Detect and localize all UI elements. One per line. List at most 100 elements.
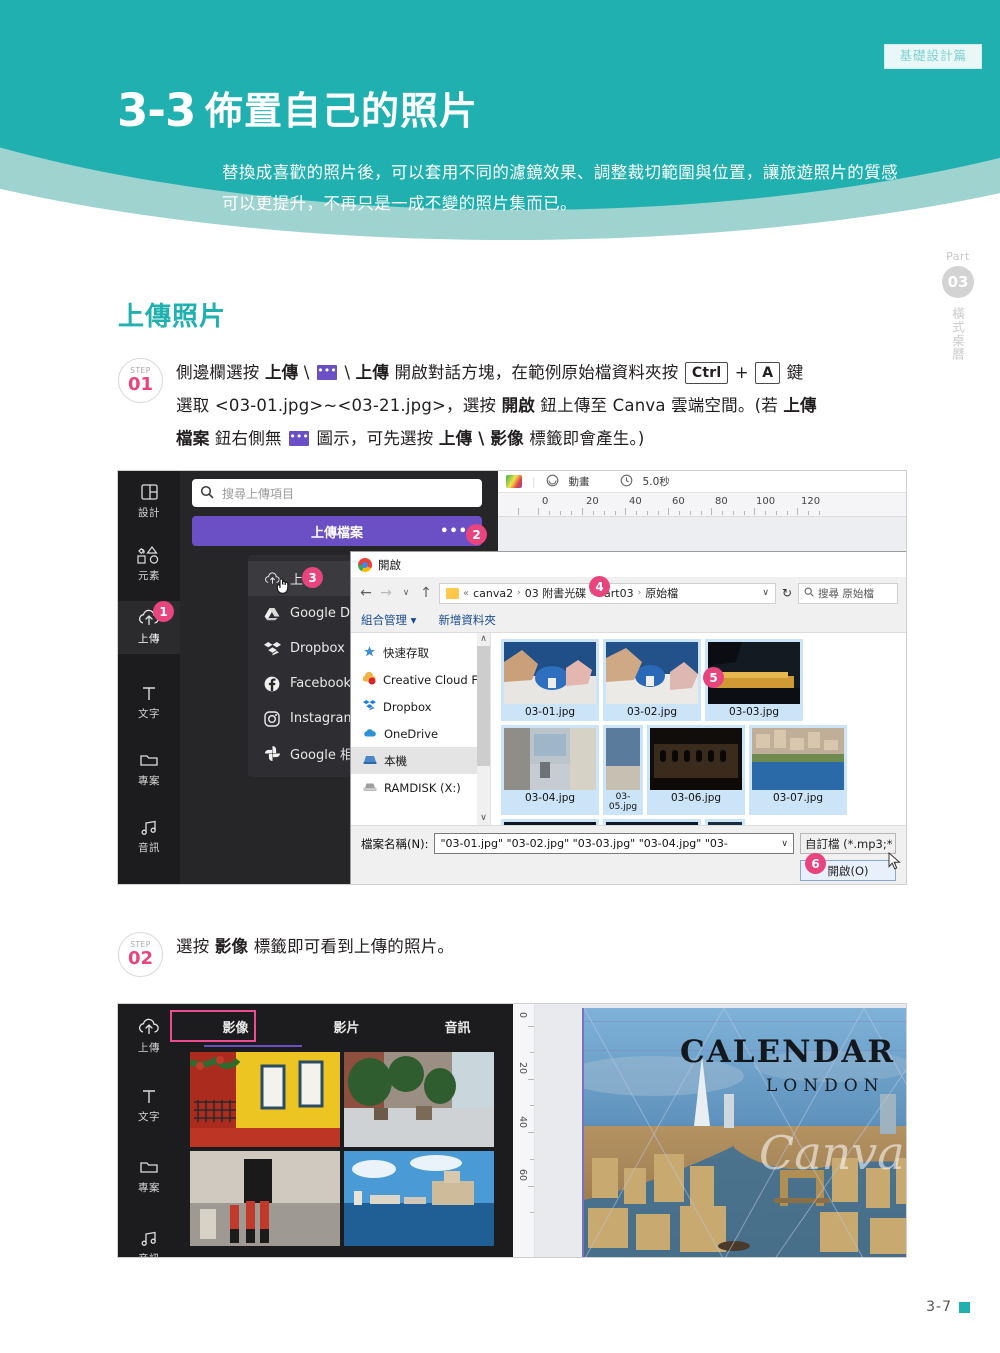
breadcrumb-item-4[interactable]: 原始檔 [645, 585, 678, 601]
rail-item-design[interactable]: 設計 [118, 475, 180, 520]
ruler-line-small [604, 511, 605, 515]
s1-t1: 側邊欄選按 [176, 363, 265, 382]
folder-icon [446, 587, 459, 599]
rail2-item-projects[interactable]: 專案 [118, 1150, 180, 1195]
animate-label[interactable]: 動畫 [569, 474, 590, 489]
facebook-icon [264, 676, 290, 692]
back-arrow-icon[interactable]: ← [359, 585, 373, 601]
canva-vertical-ruler[interactable]: 0 20 40 60 [513, 1004, 535, 1257]
ruler-line-small [615, 511, 616, 515]
ruler-tick-100: 100 [756, 496, 776, 507]
chevron-down-icon[interactable]: ∨ [762, 588, 769, 598]
file-thumbnail [504, 642, 596, 704]
search-input[interactable]: 搜尋上傳項目 [192, 479, 482, 507]
place-quick-access[interactable]: 快速存取 [351, 639, 490, 666]
page-marker-square [959, 1302, 970, 1313]
ruler-line-small [658, 511, 659, 515]
s1-b1: 上傳 [264, 363, 299, 382]
vruler-line [528, 1186, 534, 1187]
s1-b6: 上傳 \ 影像 [438, 429, 524, 448]
rail2-item-audio[interactable]: 音訊 [118, 1221, 180, 1257]
s1-t9: 圖示，可先選按 [311, 429, 439, 448]
folder-icon [118, 749, 180, 771]
s1-b2: 上傳 [355, 363, 390, 382]
tab-videos[interactable]: 影片 [291, 1017, 402, 1036]
key-a: A [755, 362, 781, 385]
file-name: 03-01.jpg [524, 706, 576, 718]
tab-audio[interactable]: 音訊 [402, 1017, 513, 1036]
breadcrumb-item-1[interactable]: canva2 [473, 587, 513, 600]
creative-cloud-icon [362, 671, 376, 688]
new-folder-button[interactable]: 新增資料夾 [438, 612, 496, 628]
ruler-tick-20: 20 [586, 496, 599, 507]
dialog-search-input[interactable]: 搜尋 原始檔 [798, 582, 898, 604]
s1-b3: 開啟 [501, 396, 535, 415]
place-creative-cloud[interactable]: Creative Cloud Fi [351, 666, 490, 693]
place-label: Dropbox [383, 699, 432, 714]
callout-6: 6 [805, 853, 826, 874]
rail-item-more[interactable] [118, 879, 180, 884]
text-icon [118, 1085, 180, 1107]
ruler-line-small [636, 511, 637, 515]
rail2-label-audio: 音訊 [118, 1251, 180, 1257]
place-ramdisk[interactable]: RAMDISK (X:) [351, 774, 490, 801]
callout-5: 5 [703, 667, 724, 688]
sub-heading: 上傳照片 [118, 302, 227, 332]
rail-label-elements: 元素 [138, 570, 160, 582]
dialog-places-list: 快速存取 Creative Cloud Fi Dropbox OneDrive … [351, 633, 491, 825]
rail-item-audio[interactable]: 音訊 [118, 810, 180, 855]
file-name: 03-03.jpg [728, 706, 780, 718]
dialog-title-bar: 開啟 [351, 552, 906, 578]
rail-item-elements[interactable]: 元素 [118, 538, 180, 583]
uploaded-image-3[interactable] [190, 1151, 340, 1246]
scroll-up-icon[interactable]: ∧ [477, 633, 490, 646]
scroll-down-icon[interactable]: ∨ [477, 812, 490, 825]
file-item[interactable]: 03-02.jpg [603, 639, 701, 721]
dialog-body: 快速存取 Creative Cloud Fi Dropbox OneDrive … [351, 633, 906, 825]
upload-file-button[interactable]: 上傳檔案 ••• [192, 516, 482, 546]
ruler-line-small [647, 511, 648, 515]
organize-menu[interactable]: 組合管理 ▾ [361, 612, 416, 628]
step-01: STEP 01 側邊欄選按 上傳 \ \ 上傳 開啟對話方塊，在範例原始檔資料夾… [118, 356, 908, 455]
animate-icon [546, 474, 559, 490]
calendar-artwork[interactable]: CALENDAR LONDON Canva [582, 1008, 906, 1257]
s1-b4: 上傳 [783, 396, 817, 415]
uploaded-image-4[interactable] [344, 1151, 494, 1246]
place-dropbox[interactable]: Dropbox [351, 693, 490, 720]
file-item[interactable]: 03-07.jpg [749, 725, 847, 815]
canva-horizontal-ruler[interactable]: 0 20 40 60 80 100 120 [498, 493, 906, 517]
up-arrow-icon[interactable]: ↑ [419, 585, 433, 601]
dialog-navigation-bar: ← → ∨ ↑ « canva2 › 03 附書光碟 › Part03 › 原始… [351, 578, 906, 608]
rail-item-text[interactable]: 文字 [118, 676, 180, 721]
place-this-pc[interactable]: 本機 [351, 747, 490, 774]
step-02-badge-number: 02 [127, 947, 154, 969]
file-item[interactable]: 03-06.jpg [647, 725, 745, 815]
music-note-icon [118, 816, 180, 838]
clock-icon [620, 474, 633, 490]
scrollbar-thumb[interactable] [477, 646, 490, 766]
color-swatch-icon[interactable] [506, 475, 522, 488]
ruler-line-small [593, 511, 594, 515]
breadcrumb-item-2[interactable]: 03 附書光碟 [525, 585, 587, 601]
filetype-select[interactable]: 自訂檔 (*.mp3;* [800, 833, 896, 854]
filename-value: "03-01.jpg" "03-02.jpg" "03-03.jpg" "03-… [440, 837, 728, 850]
rail2-item-text[interactable]: 文字 [118, 1079, 180, 1124]
s1-t2: \ [298, 363, 316, 382]
file-item[interactable]: 03-01.jpg [501, 639, 599, 721]
menu-label-dropbox: Dropbox [290, 641, 345, 656]
file-item[interactable]: 03-04.jpg [501, 725, 599, 815]
uploaded-image-2[interactable] [344, 1052, 494, 1147]
chevron-down-icon[interactable]: ∨ [781, 839, 788, 849]
vruler-line-small [530, 1052, 534, 1053]
recent-chevron-icon[interactable]: ∨ [399, 588, 413, 598]
file-item[interactable]: 03-05.jpg [603, 725, 643, 815]
step-02-text: 選按 影像 標籤即可看到上傳的照片。 [176, 930, 454, 977]
filename-input[interactable]: "03-01.jpg" "03-02.jpg" "03-03.jpg" "03-… [434, 833, 794, 854]
place-onedrive[interactable]: OneDrive [351, 720, 490, 747]
places-scrollbar[interactable]: ∧ ∨ [477, 633, 490, 825]
vruler-line [528, 1132, 534, 1133]
refresh-icon[interactable]: ↻ [782, 586, 792, 600]
uploaded-image-1[interactable] [190, 1052, 340, 1147]
rail-item-projects[interactable]: 專案 [118, 743, 180, 788]
duration-label[interactable]: 5.0秒 [643, 474, 670, 489]
